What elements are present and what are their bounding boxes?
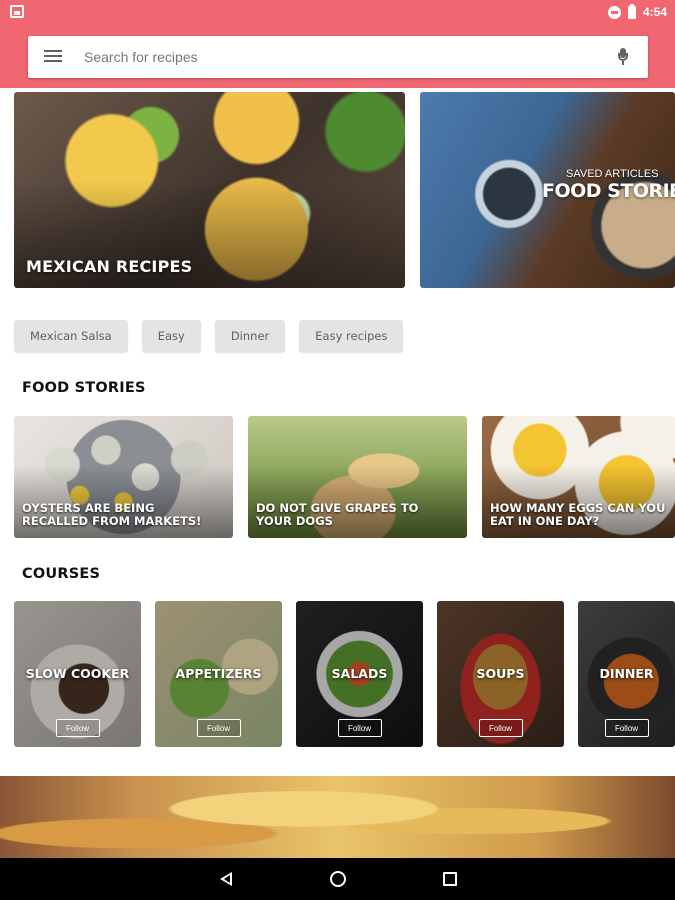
hero-title: MEXICAN RECIPES (26, 257, 193, 276)
chip-easy[interactable]: Easy (141, 320, 201, 352)
hero-overline: SAVED ARTICLES (566, 168, 659, 180)
recents-icon[interactable] (443, 872, 457, 886)
status-bar: 4:54 (0, 0, 675, 24)
follow-button[interactable]: Follow (478, 719, 523, 737)
mic-icon[interactable] (618, 48, 628, 66)
story-card-eggs[interactable]: HOW MANY EGGS CAN YOU EAT IN ONE DAY? (482, 416, 675, 538)
story-title: DO NOT GIVE GRAPES TO YOUR DOGS (256, 501, 419, 528)
chip-mexican-salsa[interactable]: Mexican Salsa (14, 320, 128, 352)
do-not-disturb-icon (607, 5, 621, 19)
course-title: SOUPS (476, 666, 525, 681)
hero-card-mexican-recipes[interactable]: MEXICAN RECIPES (14, 92, 405, 288)
menu-icon[interactable] (44, 49, 62, 63)
course-title: SALADS (331, 666, 388, 681)
search-bar[interactable] (28, 36, 648, 78)
section-title-courses: COURSES (22, 566, 101, 582)
story-title: HOW MANY EGGS CAN YOU EAT IN ONE DAY? (490, 501, 666, 528)
course-card-dinner[interactable]: DINNER Follow (578, 601, 675, 747)
course-card-appetizers[interactable]: APPETIZERS Follow (155, 601, 282, 747)
image-icon (10, 5, 24, 18)
search-input[interactable] (84, 44, 584, 70)
course-card-soups[interactable]: SOUPS Follow (437, 601, 564, 747)
home-icon[interactable] (330, 871, 346, 887)
status-indicators: 4:54 (607, 3, 667, 20)
hero-title: FOOD STORIES (542, 180, 675, 202)
follow-button[interactable]: Follow (337, 719, 382, 737)
course-title: APPETIZERS (175, 666, 262, 681)
story-title: OYSTERS ARE BEING RECALLED FROM MARKETS! (22, 501, 202, 528)
section-title-food-stories: FOOD STORIES (22, 380, 146, 396)
story-card-grapes-dogs[interactable]: DO NOT GIVE GRAPES TO YOUR DOGS (248, 416, 467, 538)
follow-button[interactable]: Follow (196, 719, 241, 737)
follow-button[interactable]: Follow (604, 719, 649, 737)
chip-dinner[interactable]: Dinner (214, 320, 286, 352)
status-time: 4:54 (642, 5, 667, 19)
course-title: SLOW COOKER (25, 666, 130, 681)
course-card-slow-cooker[interactable]: SLOW COOKER Follow (14, 601, 141, 747)
hero-card-food-stories[interactable]: SAVED ARTICLES FOOD STORIES (420, 92, 675, 288)
course-title: DINNER (599, 666, 654, 681)
chip-easy-recipes[interactable]: Easy recipes (299, 320, 404, 352)
course-card-salads[interactable]: SALADS Follow (296, 601, 423, 747)
system-nav-bar (0, 858, 675, 900)
featured-recipe-image[interactable] (0, 776, 675, 858)
suggestion-chips: Mexican Salsa Easy Dinner Easy recipes (14, 320, 404, 352)
follow-button[interactable]: Follow (55, 719, 100, 737)
back-icon[interactable] (220, 872, 232, 886)
story-card-oysters[interactable]: OYSTERS ARE BEING RECALLED FROM MARKETS! (14, 416, 233, 538)
battery-icon (627, 3, 636, 19)
